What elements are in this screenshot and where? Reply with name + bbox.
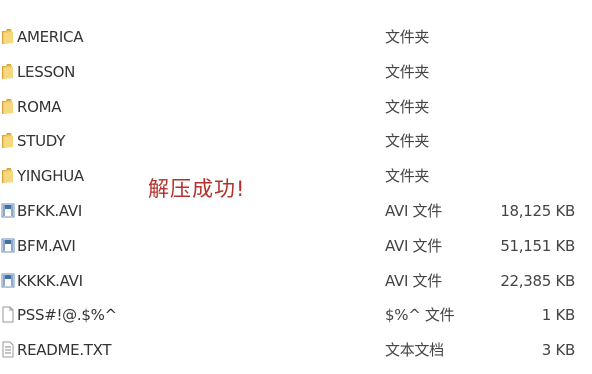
file-type: AVI 文件 [385, 271, 442, 290]
file-row-lesson[interactable]: LESSON 文件夹 [0, 55, 592, 90]
file-size: 22,385 KB [500, 271, 575, 290]
file-name: README.TXT [17, 341, 112, 360]
file-row-yinghua[interactable]: YINGHUA 文件夹 [0, 159, 592, 194]
file-type: 文件夹 [385, 167, 430, 186]
folder-icon [2, 63, 13, 79]
file-name: LESSON [17, 62, 76, 81]
file-row-study[interactable]: STUDY 文件夹 [0, 124, 592, 159]
folder-icon [2, 133, 13, 149]
file-row-pss[interactable]: PSS#!@.$%^ $%^ 文件 1 KB [0, 298, 592, 333]
file-type: $%^ 文件 [385, 306, 455, 325]
file-name: BFM.AVI [17, 236, 76, 255]
file-row-roma[interactable]: ROMA 文件夹 [0, 90, 592, 125]
file-row-readme-txt[interactable]: README.TXT 文本文档 3 KB [0, 333, 592, 368]
video-file-icon [1, 238, 15, 253]
file-type: AVI 文件 [385, 236, 442, 255]
file-name: STUDY [17, 132, 66, 151]
file-type: 文件夹 [385, 62, 430, 81]
file-type: 文件夹 [385, 132, 430, 151]
file-type: 文件夹 [385, 28, 430, 46]
file-size: 18,125 KB [500, 201, 575, 220]
folder-icon [2, 29, 13, 44]
file-name: KKKK.AVI [17, 271, 83, 290]
file-row-bfm-avi[interactable]: BFM.AVI AVI 文件 51,151 KB [0, 229, 592, 264]
file-row-kkkk-avi[interactable]: KKKK.AVI AVI 文件 22,385 KB [0, 264, 592, 299]
file-row-bfkk-avi[interactable]: BFKK.AVI AVI 文件 18,125 KB [0, 194, 592, 229]
file-name: YINGHUA [17, 167, 84, 186]
folder-icon [2, 98, 13, 114]
file-name: PSS#!@.$%^ [17, 306, 117, 325]
file-type: AVI 文件 [385, 201, 442, 220]
extraction-success-annotation: 解压成功! [148, 177, 246, 201]
video-file-icon [1, 203, 15, 218]
file-type: 文本文档 [385, 341, 444, 360]
file-row-america[interactable]: AMERICA 文件夹 [0, 20, 592, 55]
file-name: ROMA [17, 97, 62, 116]
text-file-icon [2, 341, 14, 358]
blank-file-icon [2, 306, 14, 323]
file-name: AMERICA [17, 28, 84, 46]
folder-icon [2, 168, 13, 184]
video-file-icon [1, 273, 15, 288]
file-type: 文件夹 [385, 97, 430, 116]
file-size: 3 KB [541, 341, 576, 360]
file-size: 51,151 KB [500, 236, 575, 255]
file-size: 1 KB [541, 306, 576, 325]
file-name: BFKK.AVI [17, 201, 82, 220]
file-list: AMERICA 文件夹 LESSON 文件夹 ROMA 文件夹 STUDY 文件… [0, 20, 592, 368]
